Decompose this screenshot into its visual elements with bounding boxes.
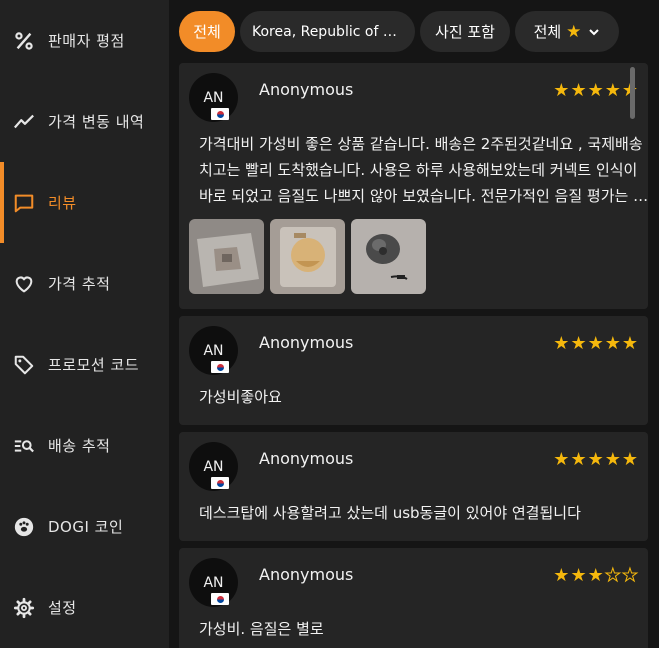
star-icon: ★ [553,449,570,470]
chevron-down-icon [588,26,600,38]
review-rating: ★★★★★ [553,565,638,586]
star-icon: ★ [621,449,638,470]
review-list[interactable]: AN Anonymous ★★★★★ 가격대비 가성비 좋은 상품 같습니다. … [169,62,659,648]
review-card: AN Anonymous ★★★★★ 가격대비 가성비 좋은 상품 같습니다. … [179,63,648,309]
star-icon: ★ [604,80,621,101]
scrollbar[interactable] [630,67,635,119]
star-icon: ★ [587,333,604,354]
gear-icon [13,597,35,619]
track-search-icon [13,435,35,457]
star-icon: ★ [570,565,587,586]
sidebar-item-reviews[interactable]: 리뷰 [0,162,169,243]
sidebar-item-label: 가격 변동 내역 [48,113,145,131]
star-icon: ★ [587,449,604,470]
sidebar-item-label: 리뷰 [48,194,77,212]
sidebar-item-label: 배송 추적 [48,437,111,455]
review-author: Anonymous [259,449,354,468]
heart-icon [13,273,35,295]
star-icon: ★ [621,333,638,354]
star-empty-icon: ★ [621,565,638,586]
review-card: AN Anonymous ★ ★ ★ ★ ★ 가성비. 음질은 별로 [179,548,648,648]
sidebar-item-label: 가격 추적 [48,275,111,293]
chat-icon [13,192,35,214]
filter-all-label: 전체 [193,23,221,41]
sidebar-item-settings[interactable]: 설정 [0,567,169,648]
filter-rating-dropdown[interactable]: 전체 ★ [515,11,619,52]
filter-country-label: Korea, Republic of Korea [252,23,398,40]
filter-photo-chip[interactable]: 사진 포함 [420,11,510,52]
sidebar-item-label: DOGI 코인 [48,518,124,536]
star-icon: ★ [570,80,587,101]
star-icon: ★ [566,21,582,42]
korea-flag-icon [211,361,229,373]
review-text: 데스크탑에 사용할려고 샀는데 usb동글이 있어야 연결됩니다 [199,504,581,522]
star-icon: ★ [604,449,621,470]
review-text: 가성비. 음질은 별로 [199,620,324,638]
review-text: 가격대비 가성비 좋은 상품 같습니다. 배송은 2주된것같네요 , 국제배송 … [199,135,647,205]
star-empty-icon: ★ [604,565,621,586]
review-rating: ★★★★★ [553,82,638,100]
sidebar-item-shipping-tracking[interactable]: 배송 추적 [0,405,169,486]
filter-rating-label: 전체 [533,23,562,41]
star-icon: ★ [570,449,587,470]
filter-country-chip[interactable]: Korea, Republic of Korea [240,11,415,52]
filter-all-chip[interactable]: 전체 [179,11,235,52]
korea-flag-icon [211,108,229,120]
filter-bar: 전체 Korea, Republic of Korea 사진 포함 전체 ★ [169,0,659,62]
review-author: Anonymous [259,565,354,584]
review-text: 가성비좋아요 [199,388,282,406]
review-rating: ★★★★★ [553,451,638,469]
star-icon: ★ [570,333,587,354]
review-author: Anonymous [259,333,354,352]
star-icon: ★ [587,565,604,586]
tag-icon [13,354,35,376]
star-icon: ★ [553,565,570,586]
star-icon: ★ [587,80,604,101]
trend-icon [13,111,35,133]
review-card: AN Anonymous ★ ★ ★ ★ ★ 데스크탑에 사용할려고 샀는데 usb동글… [179,432,648,541]
star-icon: ★ [604,333,621,354]
paw-icon [13,516,35,538]
sidebar-item-promo-code[interactable]: 프로모션 코드 [0,324,169,405]
review-photo[interactable] [189,219,264,294]
review-author: Anonymous [259,80,354,99]
star-icon: ★ [553,333,570,354]
review-card: AN Anonymous ★ ★ ★ ★ ★ 가성비좋아요 [179,316,648,425]
review-rating: ★★★★★ [553,335,638,353]
korea-flag-icon [211,593,229,605]
sidebar: 판매자 평점 가격 변동 내역 리뷰 가격 추적 프로모션 코드 배송 추적 D… [0,0,169,648]
sidebar-item-dogi-coin[interactable]: DOGI 코인 [0,486,169,567]
sidebar-item-label: 판매자 평점 [48,32,125,50]
sidebar-item-seller-rating[interactable]: 판매자 평점 [0,0,169,81]
star-icon: ★ [553,80,570,101]
filter-photo-label: 사진 포함 [435,23,495,41]
sidebar-item-label: 설정 [48,599,77,617]
korea-flag-icon [211,477,229,489]
review-photo[interactable] [270,219,345,294]
percent-icon [13,30,35,52]
review-photo[interactable] [351,219,426,294]
sidebar-item-price-history[interactable]: 가격 변동 내역 [0,81,169,162]
sidebar-item-price-tracking[interactable]: 가격 추적 [0,243,169,324]
sidebar-item-label: 프로모션 코드 [48,356,140,374]
